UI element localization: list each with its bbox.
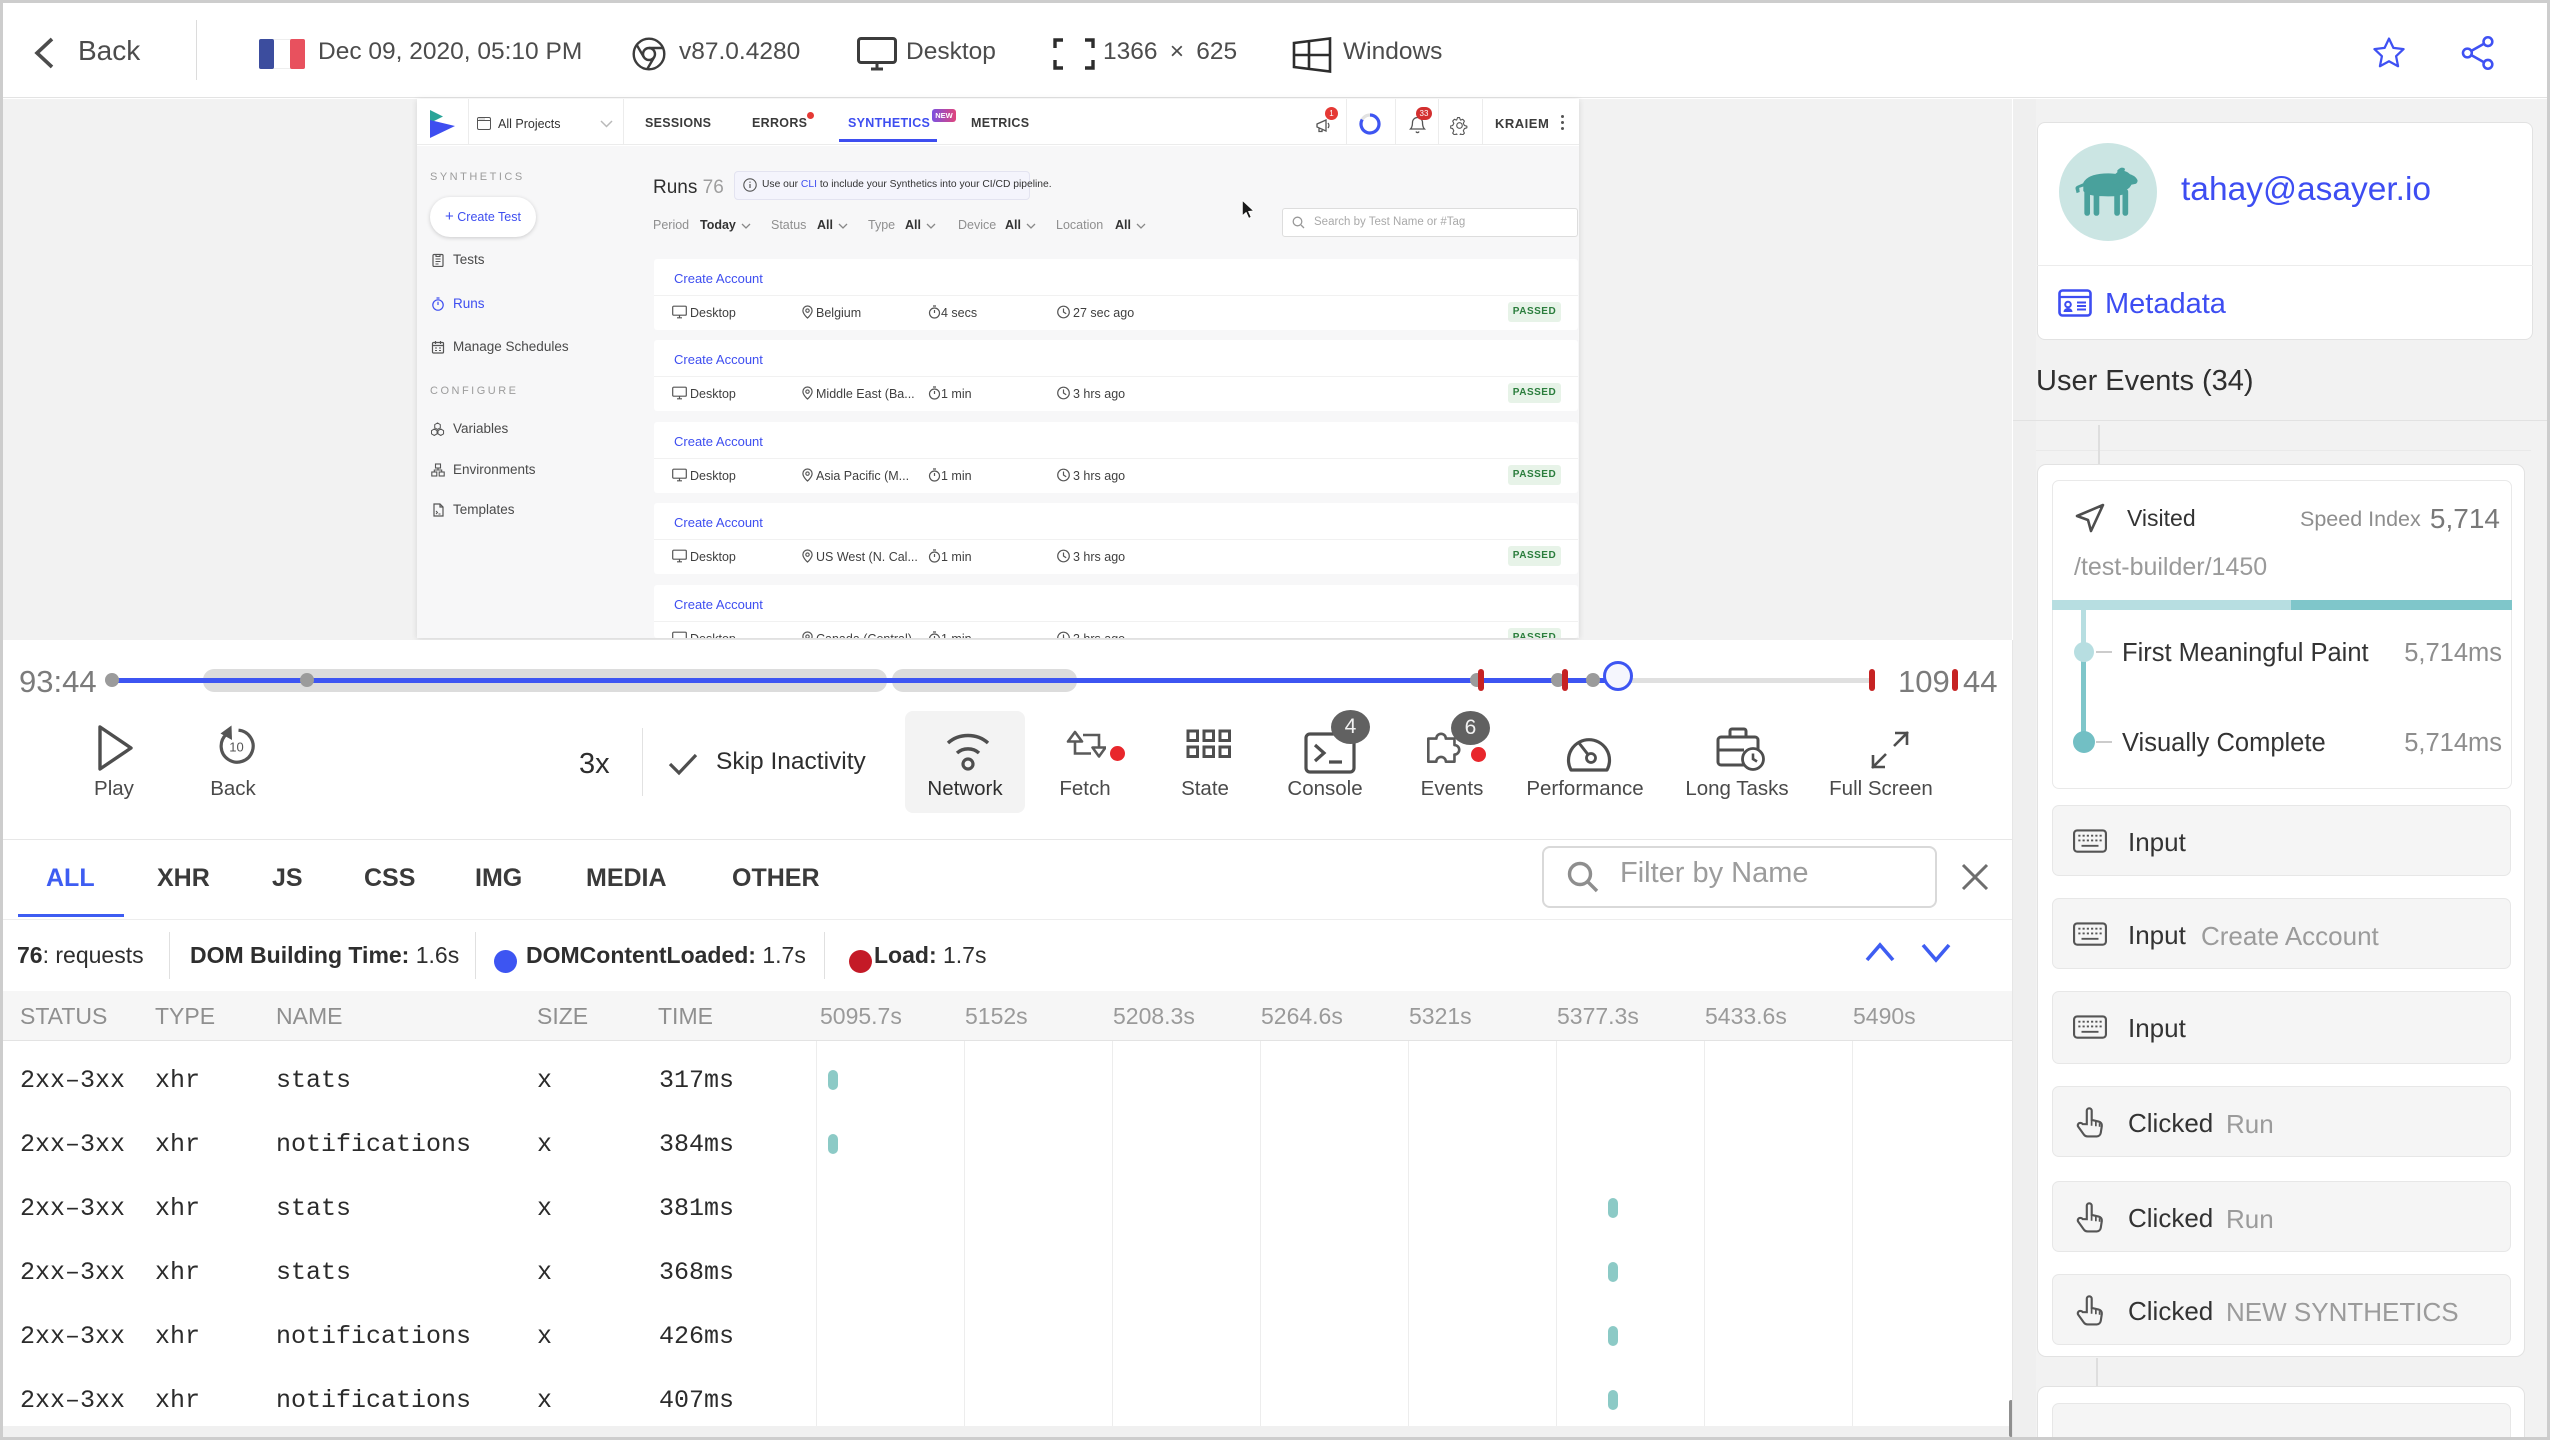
svg-text:10: 10 xyxy=(229,740,243,755)
